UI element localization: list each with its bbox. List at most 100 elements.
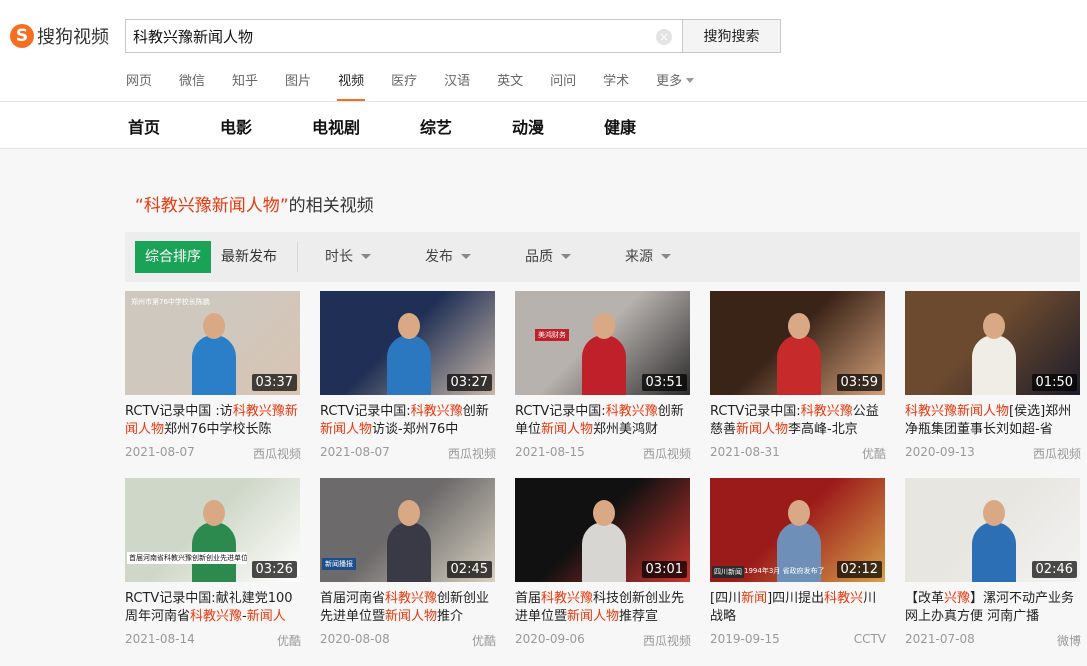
video-source[interactable]: 西瓜视频 xyxy=(643,445,691,462)
chevron-down-icon xyxy=(361,254,371,259)
channel-tab-label: 图片 xyxy=(285,74,312,89)
video-meta: 2020-08-08 优酷 xyxy=(320,632,496,649)
title-text: 创新创 xyxy=(437,591,477,606)
category-tab[interactable]: 动漫 xyxy=(512,114,544,138)
video-thumbnail[interactable]: 03:59 xyxy=(710,291,885,395)
search-button[interactable]: 搜狗搜索 xyxy=(682,19,781,53)
title-text: 郑州76中学校长陈 xyxy=(164,422,272,437)
video-source[interactable]: CCTV xyxy=(854,632,886,646)
video-source[interactable]: 优酷 xyxy=(277,632,301,649)
sort-comprehensive-button[interactable]: 综合排序 xyxy=(135,241,211,273)
search-input[interactable] xyxy=(133,20,653,52)
chevron-down-icon xyxy=(561,254,571,259)
video-title[interactable]: 科教兴豫新闻人物[侯选]郑州净瓶集团董事长刘如超-省 xyxy=(905,403,1081,439)
video-title[interactable]: RCTV记录中国:科教兴豫公益慈善新闻人物李高峰-北京 xyxy=(710,403,886,439)
channel-tab[interactable]: 视频 xyxy=(337,70,366,101)
channel-tab[interactable]: 医疗 xyxy=(391,70,417,101)
source-filter-dropdown[interactable]: 来源 xyxy=(625,241,671,273)
video-thumbnail[interactable]: 新闻播报 02:45 xyxy=(320,478,495,582)
thumbnail-figure-head xyxy=(592,313,615,339)
title-text: [侯选]郑 xyxy=(1009,404,1059,419)
video-card[interactable]: 首届河南省科教兴豫创新创业先进单位暨新闻人物推介 03:26 RCTV记录中国:献礼… xyxy=(125,478,301,649)
channel-tab[interactable]: 微信 xyxy=(179,70,205,101)
video-title[interactable]: RCTV记录中国 :访科教兴豫新闻人物郑州76中学校长陈 xyxy=(125,403,301,439)
channel-tab[interactable]: 图片 xyxy=(285,70,311,101)
video-thumbnail[interactable]: 03:01 xyxy=(515,478,690,582)
thumbnail-figure xyxy=(971,522,1016,582)
chevron-down-icon xyxy=(661,254,671,259)
filter-bar: 综合排序 最新发布 时长 发布 品质 来源 xyxy=(125,232,1080,282)
video-title[interactable]: [四川新闻]四川提出科教兴川战略 xyxy=(710,590,886,626)
video-thumbnail[interactable]: 四川新闻 1994年3月 省政府发布了 02:12 xyxy=(710,478,885,582)
channel-tab[interactable]: 英文 xyxy=(497,70,523,101)
video-card[interactable]: 美鸿财务 03:51 RCTV记录中国:科教兴豫创新单位新闻人物郑州美鸿财 2021-… xyxy=(515,291,691,462)
quality-filter-dropdown[interactable]: 品质 xyxy=(525,241,571,273)
video-thumbnail[interactable]: 01:50 xyxy=(905,291,1080,395)
video-date: 2021-08-31 xyxy=(710,445,780,459)
channel-tab-label: 更多 xyxy=(656,74,683,89)
channel-tab[interactable]: 汉语 xyxy=(444,70,470,101)
title-highlight: 新闻人物 xyxy=(320,422,373,437)
video-thumbnail[interactable]: 美鸿财务 03:51 xyxy=(515,291,690,395)
channel-tab[interactable]: 学术 xyxy=(603,70,629,101)
video-title[interactable]: RCTV记录中国:科教兴豫创新新闻人物访谈-郑州76中 xyxy=(320,403,496,439)
category-tab[interactable]: 电影 xyxy=(220,114,252,138)
video-card[interactable]: 01:50 科教兴豫新闻人物[侯选]郑州净瓶集团董事长刘如超-省 2020-09-1… xyxy=(905,291,1081,462)
video-thumbnail[interactable]: 郑州市第76中学校长陈鹏 03:37 xyxy=(125,291,300,395)
video-card[interactable]: 03:59 RCTV记录中国:科教兴豫公益慈善新闻人物李高峰-北京 2021-08-… xyxy=(710,291,886,462)
title-text: ]四川提出 xyxy=(767,591,825,606)
video-source[interactable]: 微博 xyxy=(1057,632,1081,649)
video-thumbnail[interactable]: 03:27 xyxy=(320,291,495,395)
video-source[interactable]: 西瓜视频 xyxy=(253,445,301,462)
title-text: [四川 xyxy=(710,591,742,606)
clear-icon[interactable]: × xyxy=(656,29,672,45)
video-card[interactable]: 02:46 【改革兴豫】漯河不动产业务 网上办真方便 河南广播 2021-07-08… xyxy=(905,478,1081,649)
title-text: 【改革 xyxy=(905,591,945,606)
channel-tab-label: 学术 xyxy=(603,74,630,89)
video-thumbnail[interactable]: 首届河南省科教兴豫创新创业先进单位暨新闻人物推介 03:26 xyxy=(125,478,300,582)
video-title[interactable]: 首届河南省科教兴豫创新创业先进单位暨新闻人物推介 xyxy=(320,590,496,626)
top-bar: S 搜狗视频 × 搜狗搜索 网页 微信 知乎 图片 视频 医疗 汉语 英文 问问 学术 更多 xyxy=(0,0,1087,101)
video-card[interactable]: 新闻播报 02:45 首届河南省科教兴豫创新创业先进单位暨新闻人物推介 2020-08… xyxy=(320,478,496,649)
title-highlight: 科教兴豫 xyxy=(410,404,463,419)
category-tab[interactable]: 首页 xyxy=(128,114,160,138)
video-source[interactable]: 优酷 xyxy=(862,445,886,462)
thumbnail-figure-head xyxy=(982,313,1005,339)
channel-tab[interactable]: 知乎 xyxy=(232,70,258,101)
video-source[interactable]: 优酷 xyxy=(472,632,496,649)
video-duration: 03:01 xyxy=(641,561,687,578)
category-tab[interactable]: 健康 xyxy=(604,114,636,138)
video-title[interactable]: RCTV记录中国:科教兴豫创新单位新闻人物郑州美鸿财 xyxy=(515,403,691,439)
title-text: 创 xyxy=(657,404,671,419)
logo[interactable]: S 搜狗视频 xyxy=(10,23,109,49)
channel-tab[interactable]: 网页 xyxy=(126,70,152,101)
video-source[interactable]: 西瓜视频 xyxy=(643,632,691,649)
channel-nav: 网页 微信 知乎 图片 视频 医疗 汉语 英文 问问 学术 更多 xyxy=(126,70,721,101)
video-duration: 03:59 xyxy=(836,374,882,391)
video-title[interactable]: RCTV记录中国:献礼建党100周年河南省科教兴豫-新闻人 xyxy=(125,590,301,626)
thumbnail-figure xyxy=(776,335,821,395)
category-tab[interactable]: 电视剧 xyxy=(312,114,360,138)
video-card[interactable]: 郑州市第76中学校长陈鹏 03:37 RCTV记录中国 :访科教兴豫新闻人物郑州76… xyxy=(125,291,301,462)
video-card[interactable]: 四川新闻 1994年3月 省政府发布了 02:12 [四川新闻]四川提出科教兴川战略 2… xyxy=(710,478,886,646)
video-duration: 03:27 xyxy=(446,374,492,391)
video-source[interactable]: 西瓜视频 xyxy=(1033,445,1081,462)
channel-tab[interactable]: 更多 xyxy=(656,70,695,101)
video-card[interactable]: 03:27 RCTV记录中国:科教兴豫创新新闻人物访谈-郑州76中 2021-08-… xyxy=(320,291,496,462)
channel-tab[interactable]: 问问 xyxy=(550,70,576,101)
related-keyword: 科教兴豫新闻人物 xyxy=(143,196,280,216)
video-card[interactable]: 03:01 首届科教兴豫科技创新创业先进单位暨新闻人物推荐宣 2020-09-06 西… xyxy=(515,478,691,649)
title-highlight: 新闻人物 xyxy=(567,609,620,624)
video-source[interactable]: 西瓜视频 xyxy=(448,445,496,462)
title-highlight: 科教兴 xyxy=(824,591,864,606)
title-text: 推荐宣 xyxy=(619,609,659,624)
video-thumbnail[interactable]: 02:46 xyxy=(905,478,1080,582)
category-tab[interactable]: 综艺 xyxy=(420,114,452,138)
thumbnail-figure xyxy=(581,335,626,395)
video-title[interactable]: 【改革兴豫】漯河不动产业务 网上办真方便 河南广播 xyxy=(905,590,1081,626)
sort-latest-button[interactable]: 最新发布 xyxy=(211,241,287,273)
duration-filter-dropdown[interactable]: 时长 xyxy=(325,241,371,273)
video-duration: 02:46 xyxy=(1031,561,1077,578)
video-title[interactable]: 首届科教兴豫科技创新创业先进单位暨新闻人物推荐宣 xyxy=(515,590,691,626)
publish-filter-dropdown[interactable]: 发布 xyxy=(425,241,471,273)
